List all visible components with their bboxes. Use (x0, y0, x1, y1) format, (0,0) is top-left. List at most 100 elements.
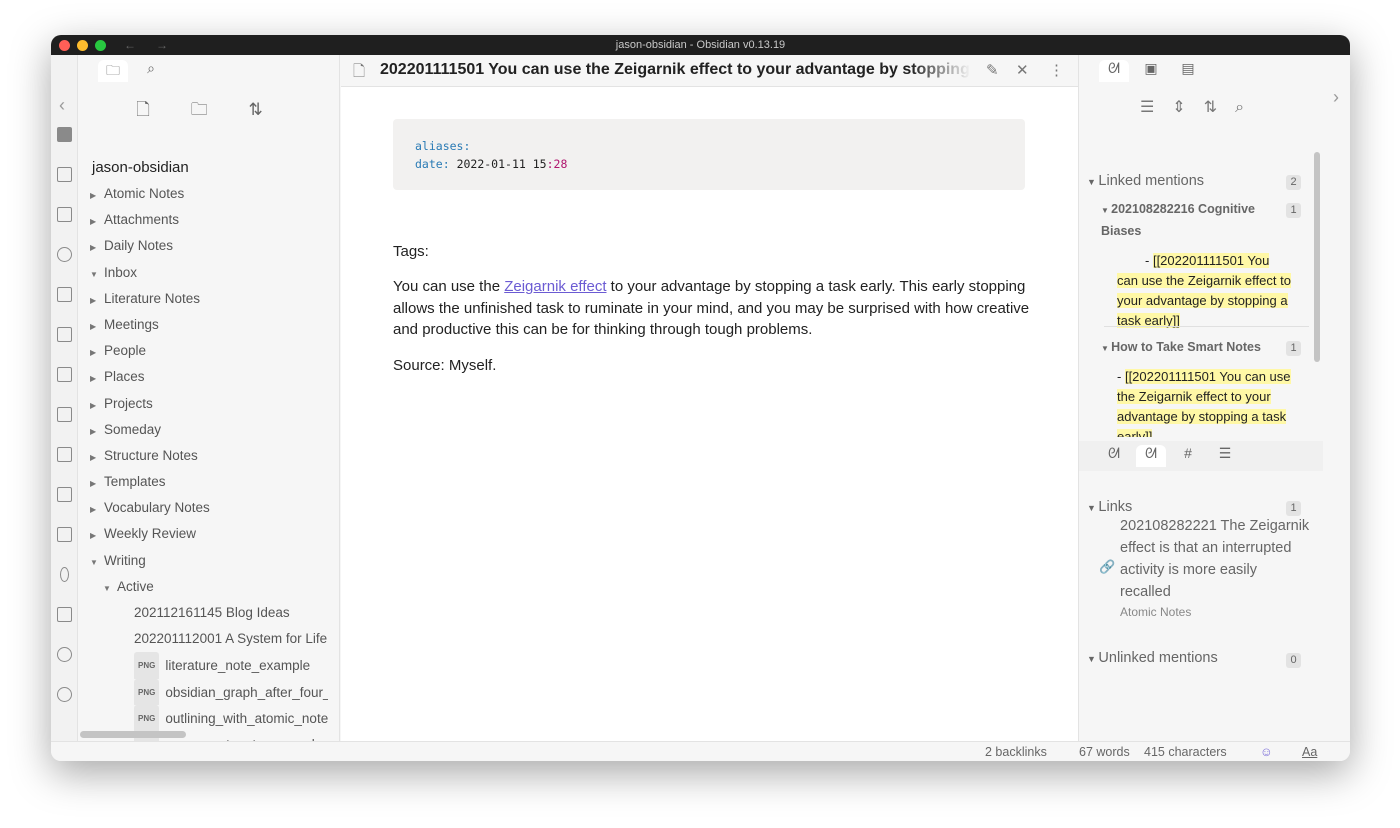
links-count: 1 (1286, 501, 1301, 516)
collapse-right-sidebar-icon[interactable]: › (1333, 87, 1339, 108)
backlinks-tab-icon[interactable]: ᘛ (1099, 60, 1129, 82)
file-item[interactable]: 202201112001 A System for Lifel (78, 626, 328, 652)
table-icon[interactable] (57, 167, 72, 182)
folder-item[interactable]: ▶ Projects (78, 391, 328, 417)
file-icon: 🗋 (353, 63, 366, 80)
dice-icon[interactable] (57, 447, 72, 462)
links-label: Links (1098, 499, 1133, 515)
table-tab-icon[interactable]: ▤ (1173, 60, 1203, 82)
note-title[interactable]: 202201111501 You can use the Zeigarnik e… (380, 61, 970, 79)
chevron-right-icon: ▶ (90, 191, 97, 200)
database-icon[interactable] (57, 487, 72, 502)
file-item[interactable]: PNG literature_note_example (78, 652, 328, 679)
daily-note-icon[interactable] (57, 127, 72, 142)
folder-item[interactable]: ▼ Active (78, 574, 328, 600)
tags-line: Tags: (393, 243, 429, 260)
bricks-icon[interactable] (57, 367, 72, 382)
outgoing-link-path: Atomic Notes (1120, 605, 1192, 619)
zoom-window-button[interactable] (95, 40, 106, 51)
unlinked-mentions-header[interactable]: ▼ Unlinked mentions (1087, 650, 1218, 666)
chevron-right-icon: ▶ (90, 479, 97, 489)
folder-item[interactable]: ▶ Places (78, 364, 328, 390)
tags-tab-icon[interactable]: # (1173, 445, 1203, 467)
unlinked-mentions-label: Unlinked mentions (1098, 650, 1218, 666)
backlink-snippet[interactable]: - [[202201111501 You can use the Zeigarn… (1117, 251, 1292, 331)
minimize-window-button[interactable] (77, 40, 88, 51)
graph-view-icon[interactable] (57, 247, 72, 262)
backlinks-status[interactable]: 2 backlinks (985, 745, 1047, 759)
file-explorer: 🗀 ⌕ 🗋 🗀 ⇅ jason-obsidian ▶ Atomic Notes ▶ A… (78, 55, 364, 758)
frontmatter-date-value: 2022-01-11 15 (456, 157, 547, 171)
close-window-button[interactable] (59, 40, 70, 51)
folder-item[interactable]: ▶ Atomic Notes (78, 181, 328, 207)
back-arrow-icon[interactable]: ← (124, 35, 136, 55)
frontmatter-block[interactable]: aliases: date: 2022-01-11 15:28 (393, 119, 1025, 190)
settings-gear-icon[interactable] (57, 687, 72, 702)
collapse-left-sidebar-icon[interactable]: ‹ (59, 95, 65, 116)
folder-item[interactable]: ▶ Templates (78, 469, 328, 495)
new-note-icon[interactable]: 🗋 (136, 100, 168, 119)
thermometer-icon[interactable] (60, 567, 69, 582)
folder-item[interactable]: ▼ Writing (78, 548, 328, 574)
editor-header: 🗋 202201111501 You can use the Zeigarnik… (341, 55, 1078, 87)
outgoing-links-tab-icon[interactable]: ᘛ (1136, 445, 1166, 467)
folder-item[interactable]: ▶ Attachments (78, 207, 328, 233)
backlink-group-smart-notes[interactable]: ▼ How to Take Smart Notes (1101, 337, 1291, 359)
sort-icon[interactable]: ⇅ (248, 100, 280, 119)
backlink-search-icon[interactable]: ⌕ (1235, 99, 1262, 116)
backlink-group-cognitive-biases[interactable]: ▼ 202108282216 Cognitive Biases (1101, 199, 1291, 242)
sort-order-icon[interactable]: ⇅ (1204, 99, 1235, 116)
linked-mentions-label: Linked mentions (1098, 173, 1205, 189)
tree-item-label: Structure Notes (104, 447, 198, 463)
vault-name[interactable]: jason-obsidian (92, 159, 189, 176)
folder-item[interactable]: ▶ Someday (78, 417, 328, 443)
folder-item[interactable]: ▶ Weekly Review (78, 521, 328, 547)
titlebar: ← → jason-obsidian - Obsidian v0.13.19 (51, 35, 1350, 55)
chevron-right-icon: ▶ (90, 217, 97, 227)
file-item[interactable]: PNG outlining_with_atomic_notes (78, 704, 328, 731)
new-folder-icon[interactable]: 🗀 (191, 100, 226, 119)
tree-item-label: Writing (104, 552, 146, 568)
outline-tab-icon[interactable]: ☰ (1210, 445, 1240, 467)
folder-item[interactable]: ▶ Structure Notes (78, 443, 328, 469)
folder-item[interactable]: ▶ Meetings (78, 312, 328, 338)
sync-status-icon[interactable]: ☺ (1260, 745, 1273, 759)
zeigarnik-effect-link[interactable]: Zeigarnik effect (504, 278, 606, 295)
folder-item[interactable]: ▶ Literature Notes (78, 286, 328, 312)
folder-item[interactable]: ▶ Vocabulary Notes (78, 495, 328, 521)
chevron-down-icon: ▼ (103, 583, 111, 593)
tree-item-label: Templates (104, 474, 166, 490)
close-tab-icon[interactable]: ✕ (1016, 61, 1029, 79)
file-item[interactable]: 202112161145 Blog Ideas (78, 600, 328, 626)
backlinks-scrollbar[interactable] (1314, 152, 1320, 362)
forward-arrow-icon[interactable]: → (156, 35, 168, 55)
links-header[interactable]: ▼ Links (1087, 499, 1132, 515)
app-window: ← → jason-obsidian - Obsidian v0.13.19 ‹… (51, 35, 1350, 761)
outgoing-link-title[interactable]: 202108282221 The Zeigarnik effect is tha… (1120, 515, 1310, 603)
divider (1104, 326, 1309, 327)
kanban-icon[interactable] (57, 207, 72, 222)
help-icon[interactable] (57, 647, 72, 662)
folder-item[interactable]: ▶ Daily Notes (78, 233, 328, 259)
backlink-snippet[interactable]: - [[202201111501 You can use the Zeigarn… (1117, 367, 1292, 437)
cards-icon[interactable] (57, 327, 72, 342)
calendar-icon[interactable] (57, 527, 72, 542)
vault-icon[interactable] (57, 607, 72, 622)
backlinks-tab-icon[interactable]: ᘛ (1099, 445, 1129, 467)
folder-icon[interactable]: 🗀 (98, 60, 128, 82)
font-size-toggle[interactable]: Aa (1302, 745, 1317, 759)
edit-pencil-icon[interactable]: ✎ (986, 61, 999, 79)
inbox-icon[interactable] (57, 407, 72, 422)
folder-item[interactable]: ▼ Inbox (78, 260, 328, 286)
more-options-icon[interactable]: ⋮ (1049, 61, 1064, 79)
link-chain-icon[interactable]: 🔗 (1099, 559, 1115, 575)
linked-mentions-header[interactable]: ▼ Linked mentions (1087, 173, 1204, 189)
file-item[interactable]: PNG obsidian_graph_after_four_r (78, 678, 328, 705)
templates-icon[interactable] (57, 287, 72, 302)
calendar-tab-icon[interactable]: ▣ (1136, 60, 1166, 82)
collapse-results-icon[interactable]: ☰ (1140, 99, 1172, 116)
folder-item[interactable]: ▶ People (78, 338, 328, 364)
search-icon[interactable]: ⌕ (136, 60, 166, 82)
explorer-horizontal-scrollbar[interactable] (80, 731, 186, 738)
show-context-icon[interactable]: ⇕ (1172, 99, 1203, 116)
